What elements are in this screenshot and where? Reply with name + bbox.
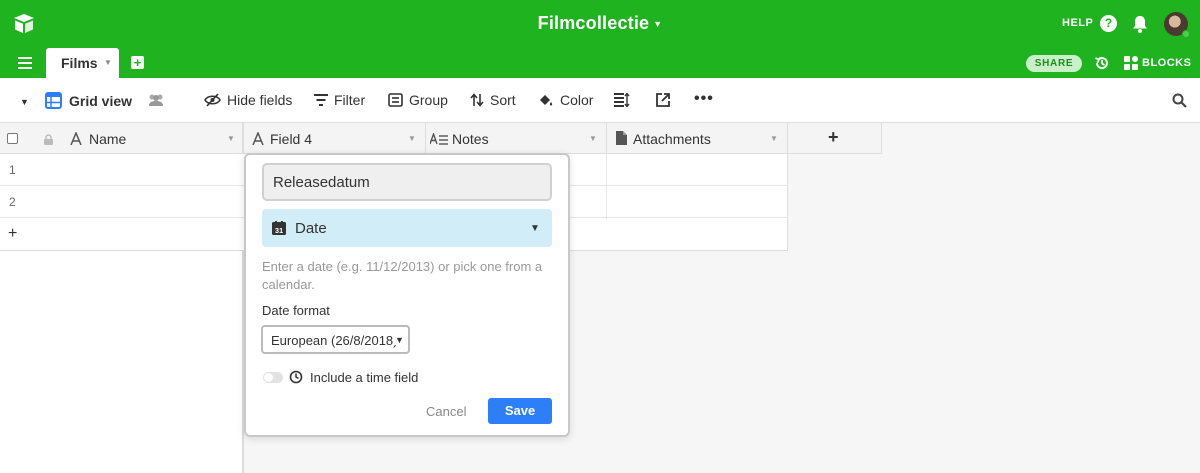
row-number: 2 <box>9 195 16 209</box>
share-button[interactable]: SHARE <box>1026 55 1082 72</box>
view-toolbar: ▼ Grid view Hide fields Filter Group Sor… <box>0 78 1200 123</box>
tab-films[interactable]: Films ▼ <box>46 48 119 78</box>
hide-fields-button[interactable]: Hide fields <box>204 92 292 108</box>
date-format-select[interactable]: European (26/8/2018) ▼ <box>261 325 410 354</box>
chevron-down-icon[interactable]: ▼ <box>408 134 416 143</box>
hide-fields-icon <box>204 93 221 107</box>
help-icon[interactable]: ? <box>1100 15 1117 32</box>
sort-label: Sort <box>490 92 516 108</box>
share-view-icon[interactable] <box>656 93 670 107</box>
filter-icon <box>314 94 328 106</box>
include-time-toggle[interactable] <box>263 372 283 383</box>
column-header-notes[interactable]: Notes ▼ <box>426 123 607 154</box>
select-all-checkbox[interactable] <box>7 133 18 144</box>
base-title[interactable]: Filmcollectie ▼ <box>0 13 1200 34</box>
column-label: Name <box>89 131 127 147</box>
tab-label: Films <box>61 55 98 71</box>
date-format-label: Date format <box>262 303 330 318</box>
online-status-dot <box>1182 30 1190 38</box>
hide-fields-label: Hide fields <box>227 92 293 108</box>
group-icon <box>388 93 403 107</box>
cancel-button[interactable]: Cancel <box>426 404 466 419</box>
history-icon[interactable] <box>1094 55 1110 71</box>
color-button[interactable]: Color <box>538 92 593 108</box>
date-format-value: European (26/8/2018) <box>271 333 398 348</box>
primary-column-empty <box>0 251 244 473</box>
field-config-popup: 31 Date ▼ Enter a date (e.g. 11/12/2013)… <box>244 153 570 437</box>
clock-icon <box>289 370 303 384</box>
column-header-field-4[interactable]: Field 4 ▼ <box>244 123 426 154</box>
include-time-label: Include a time field <box>310 370 419 385</box>
calendar-icon: 31 <box>272 221 286 235</box>
column-label: Field 4 <box>270 131 313 147</box>
grid-view-icon <box>45 92 62 109</box>
collaborators-icon[interactable] <box>147 93 165 107</box>
lock-icon <box>44 134 53 145</box>
sort-button[interactable]: Sort <box>470 92 516 108</box>
sort-icon <box>470 93 484 107</box>
plus-icon: + <box>8 225 18 242</box>
plus-icon: + <box>828 127 839 147</box>
calendar-icon-number: 31 <box>275 226 283 235</box>
table-row[interactable]: 1 <box>0 154 244 186</box>
long-text-icon <box>430 133 448 145</box>
add-table-icon[interactable]: + <box>131 56 144 69</box>
chevron-down-icon[interactable]: ▼ <box>227 134 235 143</box>
field-type-label: Date <box>295 220 327 237</box>
paint-bucket-icon <box>540 94 553 105</box>
row-height-icon[interactable] <box>614 93 630 107</box>
blocks-icon[interactable] <box>1123 55 1139 71</box>
field-type-description: Enter a date (e.g. 11/12/2013) or pick o… <box>262 259 543 292</box>
attachment-icon <box>616 131 627 145</box>
chevron-down-icon[interactable]: ▼ <box>104 58 112 67</box>
hamburger-menu-icon[interactable] <box>18 57 32 69</box>
column-header-name[interactable]: Name ▼ <box>0 123 244 154</box>
text-icon <box>252 132 264 145</box>
color-label: Color <box>560 92 594 108</box>
field-type-select[interactable]: 31 Date ▼ <box>262 209 552 247</box>
table-tab-bar: Films ▼ + SHARE BLOCKS <box>0 48 1200 78</box>
view-name[interactable]: Grid view <box>69 93 132 109</box>
help-link[interactable]: HELP <box>1062 17 1093 29</box>
group-button[interactable]: Group <box>388 92 448 108</box>
group-label: Group <box>409 92 448 108</box>
chevron-down-icon[interactable]: ▼ <box>770 134 778 143</box>
filter-label: Filter <box>334 92 366 108</box>
chevron-down-icon: ▼ <box>653 19 663 30</box>
chevron-down-icon[interactable]: ▼ <box>589 134 597 143</box>
column-label: Attachments <box>633 131 711 147</box>
top-bar: Filmcollectie ▼ HELP ? <box>0 0 1200 48</box>
more-options-icon[interactable]: ••• <box>694 90 714 108</box>
text-icon <box>70 132 82 145</box>
filter-button[interactable]: Filter <box>314 92 365 108</box>
records-grid: Name ▼ Field 4 ▼ Notes ▼ Attachments ▼ +… <box>0 123 1200 473</box>
add-column-button[interactable]: + <box>788 123 882 154</box>
field-name-input[interactable] <box>262 163 552 201</box>
view-switcher-caret-icon[interactable]: ▼ <box>20 97 29 107</box>
save-button[interactable]: Save <box>488 398 552 424</box>
search-icon[interactable] <box>1172 93 1187 108</box>
base-title-label: Filmcollectie <box>537 13 650 33</box>
chevron-down-icon: ▼ <box>530 223 540 234</box>
table-row[interactable]: 2 <box>0 186 244 218</box>
chevron-down-icon: ▼ <box>393 335 404 345</box>
bell-icon[interactable] <box>1131 14 1149 34</box>
column-header-row: Name ▼ Field 4 ▼ Notes ▼ Attachments ▼ + <box>0 123 882 154</box>
column-label: Notes <box>452 131 489 147</box>
column-header-attachments[interactable]: Attachments ▼ <box>607 123 788 154</box>
blocks-button[interactable]: BLOCKS <box>1142 57 1191 69</box>
row-number: 1 <box>9 163 16 177</box>
